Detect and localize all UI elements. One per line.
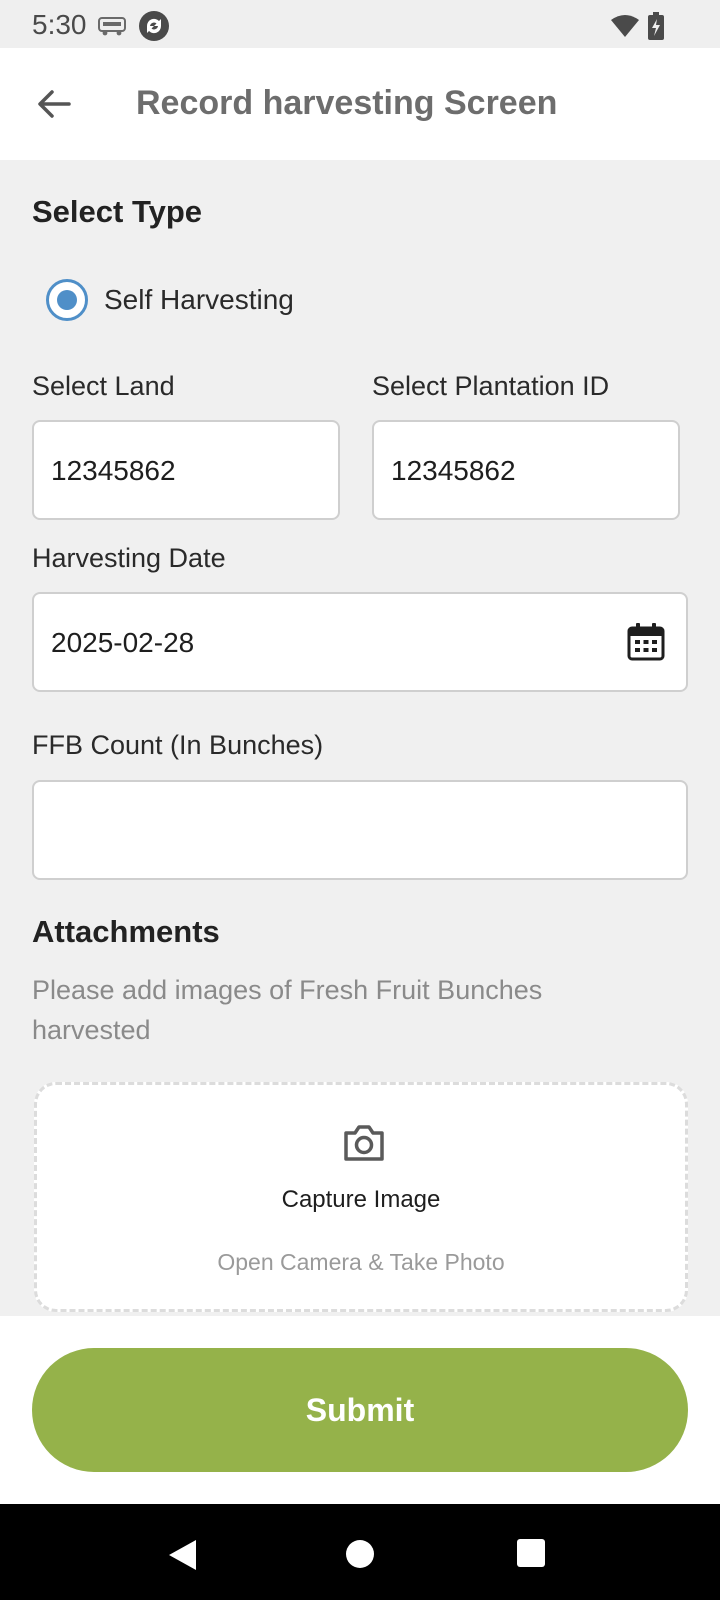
submit-button[interactable]: Submit: [32, 1348, 688, 1472]
status-bar: 5:30: [0, 0, 720, 48]
radio-selected-dot: [57, 290, 77, 310]
capture-image-subtitle: Open Camera & Take Photo: [217, 1249, 505, 1275]
select-land-field[interactable]: 12345862: [32, 420, 340, 520]
wifi-icon: [611, 15, 639, 37]
battery-charging-icon: [648, 12, 664, 40]
sync-app-icon: [139, 11, 169, 41]
self-harvesting-label[interactable]: Self Harvesting: [104, 284, 294, 316]
ffb-count-label: FFB Count (In Bunches): [32, 730, 324, 760]
select-plantation-field[interactable]: 12345862: [372, 420, 680, 520]
harvest-date-field[interactable]: 2025-02-28: [32, 592, 688, 692]
status-time: 5:30: [32, 9, 87, 40]
back-triangle-icon[interactable]: [166, 1538, 200, 1572]
calendar-icon[interactable]: [626, 622, 666, 662]
camera-icon: [344, 1125, 384, 1161]
capture-image-area[interactable]: Capture Image Open Camera & Take Photo: [34, 1082, 688, 1312]
attachments-hint: Please add images of Fresh Fruit Bunches…: [32, 975, 543, 1045]
back-button[interactable]: [24, 74, 84, 134]
select-type-heading: Select Type: [32, 194, 203, 229]
select-land-value: 12345862: [51, 455, 176, 486]
redbus-icon: [98, 17, 126, 36]
harvest-date-value: 2025-02-28: [51, 627, 195, 658]
attachments-heading: Attachments: [32, 914, 220, 949]
select-plantation-label: Select Plantation ID: [372, 371, 610, 401]
recents-square-icon[interactable]: [516, 1538, 546, 1568]
home-circle-icon[interactable]: [344, 1538, 376, 1570]
select-plantation-value: 12345862: [391, 455, 516, 486]
ffb-count-field[interactable]: [32, 780, 688, 880]
page-title: Record harvesting Screen: [136, 84, 558, 122]
capture-image-title: Capture Image: [281, 1186, 441, 1213]
system-nav-bar: [0, 1504, 720, 1600]
select-land-label: Select Land: [32, 371, 175, 401]
app-bar: Record harvesting Screen: [0, 48, 720, 160]
harvest-date-label: Harvesting Date: [32, 543, 226, 573]
self-harvesting-radio[interactable]: [46, 279, 88, 321]
bottom-panel: Submit: [0, 1316, 720, 1504]
arrow-left-icon: [38, 90, 71, 118]
